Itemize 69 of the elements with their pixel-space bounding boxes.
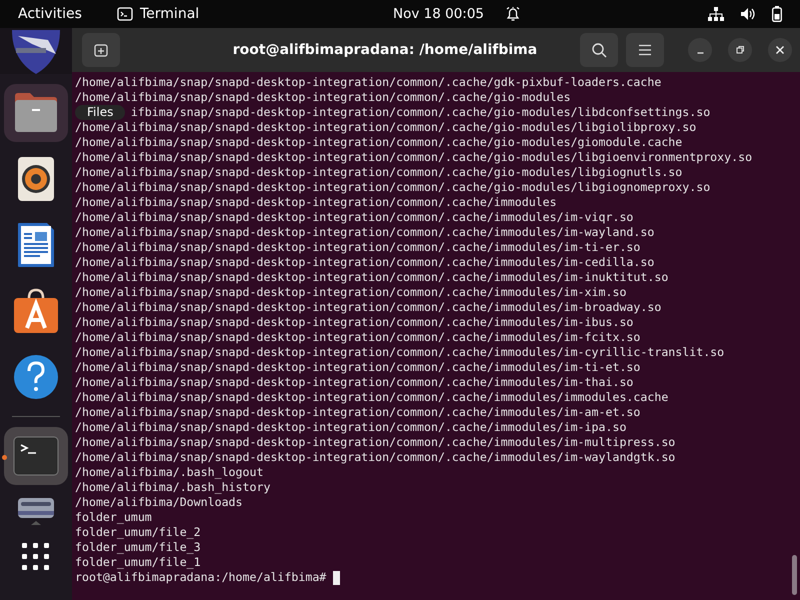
output-line: /home/alifbima/.bash_logout [75, 465, 264, 480]
shopping-bag-icon[interactable] [13, 288, 59, 334]
dock-item-highlight[interactable] [4, 427, 68, 485]
close-button[interactable] [768, 38, 792, 62]
activities-button[interactable]: Activities [18, 6, 117, 22]
speaker-icon[interactable] [17, 156, 55, 202]
document-icon[interactable] [17, 222, 55, 268]
output-line: /home/alifbima/snap/snapd-desktop-integration/common/.cache/immodules/im-ti-er.so [75, 240, 640, 255]
output-line: /home/alifbima/snap/snapd-desktop-integration/common/.cache/immodules/im-fcitx.so [75, 330, 640, 345]
volume-icon[interactable] [740, 7, 756, 21]
output-line: /home/alifbima/snap/snapd-desktop-integration/common/.cache/immodules/im-ti-et.so [75, 360, 640, 375]
scrollbar-thumb[interactable] [792, 555, 797, 595]
output-line: /home/alifbima/snap/snapd-desktop-integration/common/.cache/immodules/im-ibus.so [75, 315, 634, 330]
help-icon[interactable] [13, 354, 59, 400]
output-line: folder_umum [75, 510, 152, 525]
dock-item-highlight[interactable] [4, 84, 68, 142]
output-line: /home/alifbima/snap/snapd-desktop-integration/common/.cache/immodules/immodules.cache [75, 390, 668, 405]
tooltip: Files [75, 105, 126, 120]
output-line: /home/alifbima/.bash_history [75, 480, 270, 495]
shell-prompt: root@alifbimapradana:/home/alifbima# [75, 570, 326, 585]
window-title: root@alifbimapradana: /home/alifbima [232, 42, 538, 58]
app-grid-icon[interactable] [22, 543, 50, 571]
network-icon[interactable] [708, 7, 724, 21]
output-line: /home/alifbima/snap/snapd-desktop-integration/common/.cache/gdk-pixbuf-loaders.cache [75, 75, 662, 90]
output-line: folder_umum/file_1 [75, 555, 201, 570]
output-line: folder_umum/file_2 [75, 525, 201, 540]
minimize-button[interactable] [688, 38, 712, 62]
output-line: /home/alifbima/snap/snapd-desktop-integration/common/.cache/immodules/im-wayland.so [75, 225, 654, 240]
output-line: /home/alifbima/snap/snapd-desktop-integration/common/.cache/immodules/im-am-et.so [75, 405, 640, 420]
drive-icon[interactable] [17, 497, 55, 525]
output-line: /home/alifbima/snap/snapd-desktop-integration/common/.cache/immodules/im-cyrillic-translit.so [75, 345, 724, 360]
output-line: /home/alifbima/snap/snapd-desktop-integration/common/.cache/immodules/im-ipa.so [75, 420, 626, 435]
terminal-icon [117, 7, 133, 21]
output-line: /home/alifbima/snap/snapd-desktop-integration/common/.cache/gio-modules/libgiolibproxy.so [75, 120, 696, 135]
maximize-button[interactable] [728, 38, 752, 62]
output-line: /home/alifbima/snap/snapd-desktop-integration/common/.cache/immodules/im-viqr.so [75, 210, 634, 225]
output-line: folder_umum/file_3 [75, 540, 201, 555]
app-icon[interactable] [10, 30, 62, 74]
output-line: /home/alifbima/snap/snapd-desktop-integration/common/.cache/immodules/im-xim.so [75, 285, 626, 300]
menu-button[interactable] [626, 33, 664, 67]
terminal-icon[interactable] [13, 436, 59, 476]
output-line: /home/alifbima/snap/snapd-desktop-integration/common/.cache/immodules/im-broadway.so [75, 300, 662, 315]
text-cursor [333, 570, 340, 584]
folder-icon[interactable] [13, 92, 59, 134]
output-line: /home/alifbima/snap/snapd-desktop-integration/common/.cache/gio-modules [75, 90, 571, 105]
maximize-icon [735, 45, 745, 55]
clock[interactable]: Nov 18 00:05 [393, 6, 484, 22]
search-icon [591, 42, 607, 58]
output-line: /home/alifbima/snap/snapd-desktop-integration/common/.cache/gio-modules/libgioenvironmentproxy.so [75, 150, 752, 165]
output-line: /home/alifbima/Downloads [75, 495, 243, 510]
output-line: /home/alifbima/snap/snapd-desktop-integration/common/.cache/immodules/im-waylandgtk.so [75, 450, 676, 465]
output-line: /home/alifbima/snap/snapd-desktop-integration/common/.cache/immodules/im-inuktitut.so [75, 270, 668, 285]
search-button[interactable] [580, 33, 618, 67]
battery-icon[interactable] [772, 6, 782, 22]
close-icon [775, 45, 785, 55]
output-line: /home/alifbima/snap/snapd-desktop-integration/common/.cache/gio-modules/libgiognomeproxy.so [75, 180, 710, 195]
output-line: /home/alifbima/snap/snapd-desktop-integration/common/.cache/gio-modules/libgiognutls.so [75, 165, 682, 180]
output-line: /home/alifbima/snap/snapd-desktop-integration/common/.cache/immodules/im-thai.so [75, 375, 634, 390]
new-tab-icon [94, 43, 108, 57]
output-line: /home/alifbima/snap/snapd-desktop-integration/common/.cache/immodules/im-cedilla.so [75, 255, 654, 270]
output-line: /home/alifbima/snap/snapd-desktop-integration/common/.cache/gio-modules/giomodule.cache [75, 135, 682, 150]
menu-icon [638, 44, 652, 56]
output-line: ifbima/snap/snapd-desktop-integration/common/.cache/gio-modules/libdconfsettings.so [130, 105, 710, 120]
minimize-icon [696, 52, 704, 54]
app-menu-label[interactable]: Terminal [140, 6, 200, 22]
alarm-icon [506, 6, 520, 22]
output-line: /home/alifbima/snap/snapd-desktop-integration/common/.cache/immodules/im-multipress.so [75, 435, 676, 450]
new-tab-button[interactable] [82, 33, 120, 67]
output-line: /home/alifbima/snap/snapd-desktop-integration/common/.cache/immodules [75, 195, 557, 210]
